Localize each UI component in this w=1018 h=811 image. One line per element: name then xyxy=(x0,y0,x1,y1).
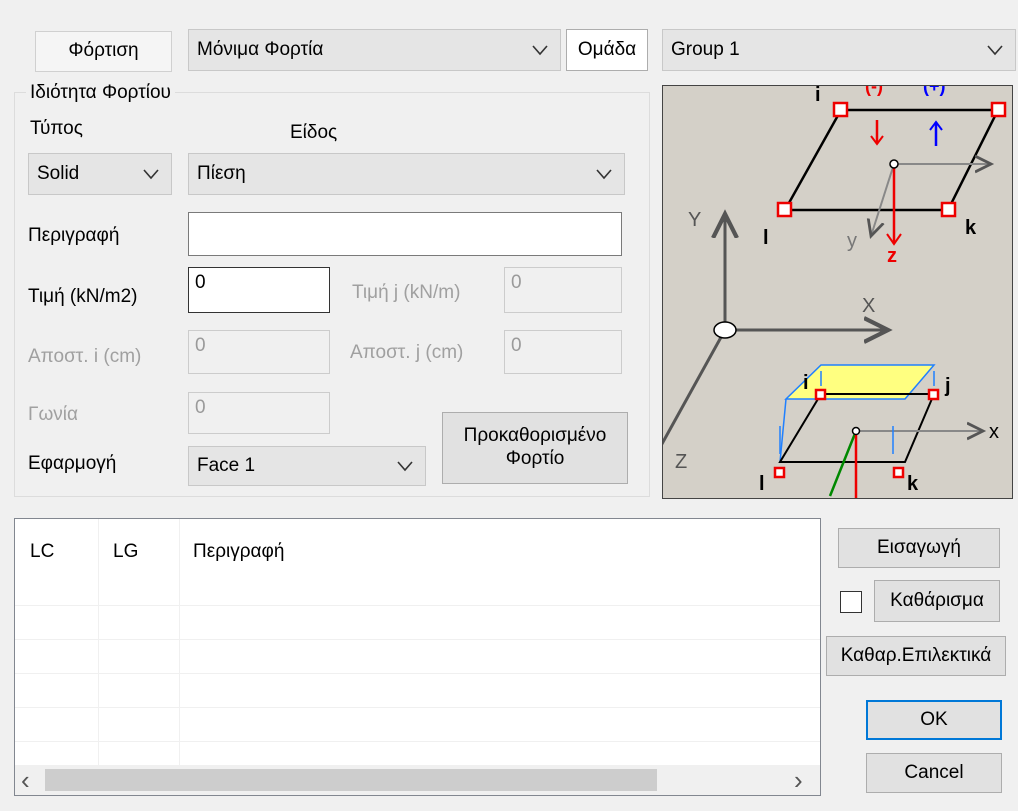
cancel-button[interactable]: Cancel xyxy=(866,753,1002,793)
group-label-box: Ομάδα xyxy=(566,29,648,71)
top-center-node xyxy=(889,159,899,169)
bottom-l-label: l xyxy=(759,473,765,495)
clear-checkbox[interactable] xyxy=(840,591,862,613)
kind-label: Είδος xyxy=(290,122,338,143)
ok-button[interactable]: OK xyxy=(866,700,1002,740)
value-j-field[interactable]: 0 xyxy=(504,267,622,313)
top-neg-label: (-) xyxy=(865,86,883,96)
chevron-down-icon xyxy=(397,461,413,472)
node-j-bottom xyxy=(927,388,940,401)
load-diagram: X Y Z (-) (+) i l k y z i j l k x xyxy=(662,85,1013,499)
loading-tab-button[interactable]: Φόρτιση xyxy=(35,31,172,72)
top-local-y xyxy=(871,163,895,236)
dist-i-field[interactable]: 0 xyxy=(188,330,330,374)
chevron-down-icon xyxy=(532,45,548,56)
axis-Z-label: Z xyxy=(675,451,687,473)
type-combo[interactable]: Solid xyxy=(28,153,172,195)
scroll-left-arrow[interactable]: ‹ xyxy=(21,765,41,795)
description-field[interactable] xyxy=(188,212,622,256)
clear-selective-button-label: Καθαρ.Επιλεκτικά xyxy=(840,644,992,666)
value-j-label: Τιμή j (kN/m) xyxy=(352,282,461,303)
chevron-down-icon xyxy=(596,169,612,180)
predefined-load-line1: Προκαθορισμένο xyxy=(463,425,607,447)
apply-label: Εφαρμογή xyxy=(28,453,117,474)
top-i-label: i xyxy=(815,86,821,106)
chevron-down-icon xyxy=(143,169,159,180)
predefined-load-line2: Φορτίο xyxy=(505,448,565,469)
apply-combo-value: Face 1 xyxy=(197,455,256,476)
node-i-top xyxy=(832,101,849,118)
column-header-description[interactable]: Περιγραφή xyxy=(193,541,284,563)
group-label: Ομάδα xyxy=(577,39,637,60)
node-i-bottom xyxy=(814,388,827,401)
clear-selective-button[interactable]: Καθαρ.Επιλεκτικά xyxy=(826,636,1006,676)
axis-X-label: X xyxy=(862,295,875,317)
scroll-right-arrow[interactable]: › xyxy=(794,765,814,795)
kind-combo-value: Πίεση xyxy=(197,163,246,184)
column-header-lg[interactable]: LG xyxy=(113,541,138,563)
top-z-label: z xyxy=(887,245,897,267)
loading-combo[interactable]: Μόνιμα Φορτία xyxy=(188,29,561,71)
node-k-bottom xyxy=(892,466,905,479)
bottom-j-label: j xyxy=(944,375,951,397)
value-field[interactable]: 0 xyxy=(188,267,330,313)
predefined-load-button[interactable]: Προκαθορισμένο Φορτίο xyxy=(442,412,628,484)
axis-Y-label: Y xyxy=(688,209,701,231)
group-combo[interactable]: Group 1 xyxy=(662,29,1016,71)
node-k-top xyxy=(940,201,957,218)
clear-button[interactable]: Καθάρισμα xyxy=(874,580,1000,622)
dist-j-field[interactable]: 0 xyxy=(504,330,622,374)
apply-combo[interactable]: Face 1 xyxy=(188,446,426,486)
bottom-center-node xyxy=(851,426,861,436)
axes-origin xyxy=(713,321,737,339)
cancel-button-label: Cancel xyxy=(904,761,964,783)
insert-button-label: Εισαγωγή xyxy=(876,536,961,558)
bottom-i-label: i xyxy=(803,372,809,394)
bottom-green-arrow xyxy=(828,430,858,497)
clear-button-label: Καθάρισμα xyxy=(890,589,984,611)
description-label: Περιγραφή xyxy=(28,225,120,246)
loads-table[interactable]: LC LG Περιγραφή ‹ › xyxy=(14,518,821,796)
angle-field[interactable]: 0 xyxy=(188,392,330,434)
kind-combo[interactable]: Πίεση xyxy=(188,153,625,195)
global-axis-z xyxy=(663,329,727,446)
bottom-k-label: k xyxy=(907,473,919,495)
dist-j-label: Αποστ. j (cm) xyxy=(350,342,464,363)
chevron-down-icon xyxy=(987,45,1003,56)
node-l-top xyxy=(776,201,793,218)
top-l-label: l xyxy=(763,227,769,249)
type-combo-value: Solid xyxy=(37,163,80,184)
bottom-x-label: x xyxy=(989,421,999,443)
scroll-thumb[interactable] xyxy=(45,769,657,791)
load-properties-title: Ιδιότητα Φορτίου xyxy=(26,82,175,104)
top-k-label: k xyxy=(965,217,977,239)
type-label: Τύπος xyxy=(30,118,83,139)
top-y-label: y xyxy=(847,230,857,252)
value-label: Τιμή (kN/m2) xyxy=(28,286,138,307)
angle-label: Γωνία xyxy=(28,404,79,425)
table-header: LC LG Περιγραφή xyxy=(15,519,820,583)
top-pos-label: (+) xyxy=(923,86,946,96)
column-header-lc[interactable]: LC xyxy=(30,541,54,563)
node-l-bottom xyxy=(773,466,786,479)
loading-combo-value: Μόνιμα Φορτία xyxy=(197,39,324,60)
node-j-top xyxy=(990,101,1007,118)
horizontal-scrollbar[interactable]: ‹ › xyxy=(15,765,820,795)
dist-i-label: Αποστ. i (cm) xyxy=(28,346,142,367)
group-combo-value: Group 1 xyxy=(671,39,740,60)
loading-tab-label: Φόρτιση xyxy=(68,40,139,62)
insert-button[interactable]: Εισαγωγή xyxy=(838,528,1000,568)
ok-button-label: OK xyxy=(920,708,948,730)
